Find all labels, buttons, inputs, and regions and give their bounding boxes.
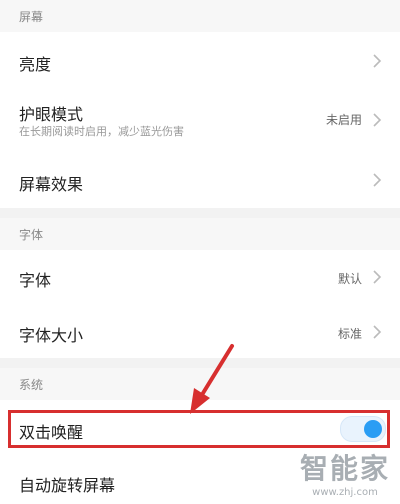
chevron-right-icon: [373, 113, 382, 127]
section-label-screen: 屏幕: [19, 10, 44, 24]
setting-row-brightness[interactable]: 亮度: [0, 32, 400, 89]
eye-mode-description: 在长期阅读时启用，减少蓝光伤害: [19, 125, 184, 138]
chevron-right-icon: [373, 173, 382, 187]
screen-effect-label: 屏幕效果: [19, 175, 84, 194]
font-value: 默认: [337, 272, 362, 286]
setting-row-font[interactable]: 字体 默认: [0, 250, 400, 305]
section-label-font: 字体: [19, 228, 44, 242]
section-header-font: 字体: [0, 218, 400, 250]
section-label-system: 系统: [19, 378, 44, 392]
font-size-label: 字体大小: [19, 326, 84, 345]
setting-row-eye-mode[interactable]: 护眼模式 在长期阅读时启用，减少蓝光伤害 未启用: [0, 89, 400, 151]
section-divider: [0, 208, 400, 218]
setting-row-screen-effect[interactable]: 屏幕效果: [0, 151, 400, 208]
brightness-label: 亮度: [19, 55, 52, 74]
watermark-url: www.zhj.com: [312, 487, 378, 498]
eye-mode-label: 护眼模式: [19, 105, 84, 124]
section-header-screen: 屏幕: [0, 0, 400, 32]
font-size-value: 标准: [337, 327, 362, 341]
chevron-right-icon: [373, 270, 382, 284]
eye-mode-value: 未启用: [325, 113, 362, 127]
watermark: 智能家 www.zhj.com: [300, 447, 390, 498]
chevron-right-icon: [373, 325, 382, 339]
auto-rotate-label: 自动旋转屏幕: [19, 476, 116, 495]
chevron-right-icon: [373, 54, 382, 68]
font-label: 字体: [19, 271, 52, 290]
annotation-arrow-icon: [190, 344, 234, 414]
watermark-title: 智能家: [299, 452, 390, 485]
